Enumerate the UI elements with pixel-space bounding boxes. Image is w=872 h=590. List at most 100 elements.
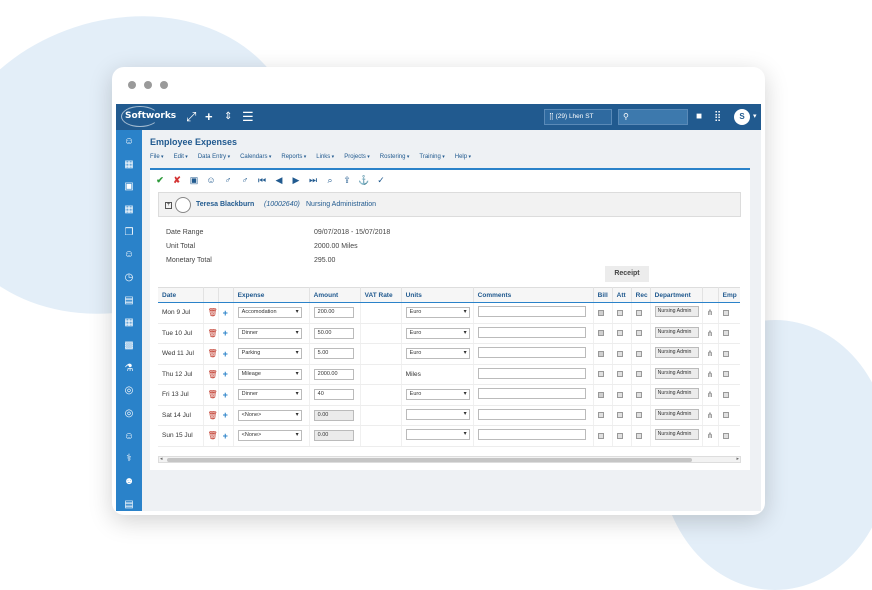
expense-select[interactable]: Accomodation (237, 307, 302, 319)
col-expense[interactable]: Expense (233, 287, 310, 303)
amount-input[interactable]: 5.00 (313, 348, 354, 360)
add-row-icon[interactable]: + (223, 308, 228, 318)
emp-checkbox[interactable] (722, 309, 729, 316)
emp-checkbox[interactable] (722, 391, 729, 398)
scroll-left-icon[interactable]: ◂ (160, 456, 163, 462)
col-emp[interactable]: Emp (718, 287, 741, 303)
expense-select[interactable]: Dinner (237, 389, 302, 401)
site-selector[interactable]: ⣿ (29) Lhen ST (544, 109, 612, 125)
hierarchy-icon[interactable]: ⋔ (707, 349, 714, 358)
add-row-icon[interactable]: + (223, 349, 228, 359)
att-checkbox[interactable] (616, 412, 623, 419)
delete-row-icon[interactable]: 🗑 (208, 390, 218, 399)
menu-links[interactable]: Links (316, 154, 334, 160)
col-comments[interactable]: Comments (473, 287, 594, 303)
sidebar-stethoscope-icon[interactable]: ⚕ (116, 448, 142, 471)
att-checkbox[interactable] (616, 309, 623, 316)
delete-row-icon[interactable]: 🗑 (208, 329, 218, 338)
save-disk-icon[interactable]: ▣ (188, 174, 200, 186)
checkmark-icon[interactable]: ✓ (375, 174, 387, 186)
amount-input[interactable]: 50.00 (313, 327, 354, 339)
units-select[interactable]: Euro (405, 348, 470, 360)
menu-reports[interactable]: Reports (281, 154, 306, 160)
bill-checkbox[interactable] (597, 350, 604, 357)
units-select[interactable] (405, 408, 470, 420)
expand-icon[interactable]: ⤢ (186, 109, 196, 125)
sidebar-lifebuoy-icon[interactable]: ◎ (116, 380, 142, 403)
sidebar-briefcase-icon[interactable]: ▤ (116, 289, 142, 312)
first-record-icon[interactable]: ⏮ (256, 174, 268, 186)
expense-select[interactable]: Mileage (237, 368, 302, 380)
comments-input[interactable] (477, 388, 586, 400)
comments-input[interactable] (477, 347, 586, 359)
emp-checkbox[interactable] (722, 412, 729, 419)
menu-file[interactable]: File (150, 154, 164, 160)
amount-input[interactable]: 0.00 (313, 430, 354, 442)
sort-icon[interactable]: ⇕ (224, 109, 232, 125)
emp-checkbox[interactable] (722, 350, 729, 357)
department-field[interactable]: Nursing Admin (654, 408, 699, 420)
add-row-icon[interactable]: + (223, 328, 228, 338)
menu-icon[interactable]: ☰ (242, 109, 254, 125)
department-field[interactable]: Nursing Admin (654, 347, 699, 359)
sidebar-id-card-icon[interactable]: ▤ (116, 493, 142, 515)
add-row-icon[interactable]: + (223, 410, 228, 420)
department-field[interactable]: Nursing Admin (654, 429, 699, 441)
att-checkbox[interactable] (616, 371, 623, 378)
expense-select[interactable]: Parking (237, 348, 302, 360)
sidebar-calendar-people-icon[interactable]: ▦ (116, 312, 142, 335)
plus-icon[interactable]: + (205, 109, 213, 125)
sidebar-users-icon[interactable]: ☻ (116, 470, 142, 493)
col-amount[interactable]: Amount (309, 287, 361, 303)
att-checkbox[interactable] (616, 391, 623, 398)
menu-help[interactable]: Help (455, 154, 471, 160)
apps-grid-icon[interactable]: ⣿ (714, 109, 721, 125)
video-icon[interactable]: ■ (696, 109, 702, 125)
user-edit-icon[interactable]: ☺ (205, 174, 217, 186)
menu-edit[interactable]: Edit (174, 154, 188, 160)
sidebar-calendar-icon[interactable]: ▦ (116, 198, 142, 221)
units-select[interactable]: Euro (405, 307, 470, 319)
col-department[interactable]: Department (650, 287, 703, 303)
delete-row-icon[interactable]: 🗑 (208, 349, 218, 358)
previous-record-icon[interactable]: ◀ (273, 174, 285, 186)
att-checkbox[interactable] (616, 330, 623, 337)
expand-icon[interactable]: + (165, 202, 172, 209)
rec-checkbox[interactable] (635, 371, 642, 378)
department-field[interactable]: Nursing Admin (654, 326, 699, 338)
rec-checkbox[interactable] (635, 350, 642, 357)
horizontal-scrollbar[interactable]: ◂ ▸ (158, 456, 741, 463)
employee-search-input[interactable]: ⚲ (618, 109, 688, 125)
sidebar-user-search-icon[interactable]: ☺ (116, 130, 142, 153)
hierarchy-icon[interactable]: ⋔ (707, 411, 714, 420)
amount-input[interactable]: 2000.00 (313, 368, 354, 380)
emp-checkbox[interactable] (722, 432, 729, 439)
delete-row-icon[interactable]: 🗑 (208, 411, 218, 420)
add-row-icon[interactable]: + (223, 390, 228, 400)
col-att[interactable]: Att (612, 287, 632, 303)
amount-input[interactable]: 40 (313, 389, 354, 401)
next-record-icon[interactable]: ▶ (290, 174, 302, 186)
hierarchy-icon[interactable]: ⋔ (707, 308, 714, 317)
amount-input[interactable]: 0.00 (313, 409, 354, 421)
department-field[interactable]: Nursing Admin (654, 367, 699, 379)
sidebar-calendar-grid-icon[interactable]: ▩ (116, 334, 142, 357)
sidebar-user-gear-icon[interactable]: ☺ (116, 243, 142, 266)
comments-input[interactable] (477, 408, 586, 420)
col-date[interactable]: Date (158, 287, 204, 303)
cancel-icon[interactable]: ✘ (171, 174, 183, 186)
hierarchy-icon[interactable]: ⋔ (707, 390, 714, 399)
menu-training[interactable]: Training (419, 154, 444, 160)
col-units[interactable]: Units (401, 287, 474, 303)
bill-checkbox[interactable] (597, 412, 604, 419)
avatar[interactable]: S (734, 109, 750, 125)
bill-checkbox[interactable] (597, 391, 604, 398)
mouse-icon[interactable]: ♂ (222, 174, 234, 186)
units-select[interactable]: Euro (405, 327, 470, 339)
save-check-icon[interactable]: ✔ (154, 174, 166, 186)
rec-checkbox[interactable] (635, 432, 642, 439)
add-row-icon[interactable]: + (223, 369, 228, 379)
last-record-icon[interactable]: ⏭ (307, 174, 319, 186)
employee-name[interactable]: Teresa Blackburn (196, 201, 254, 208)
menu-projects[interactable]: Projects (344, 154, 370, 160)
